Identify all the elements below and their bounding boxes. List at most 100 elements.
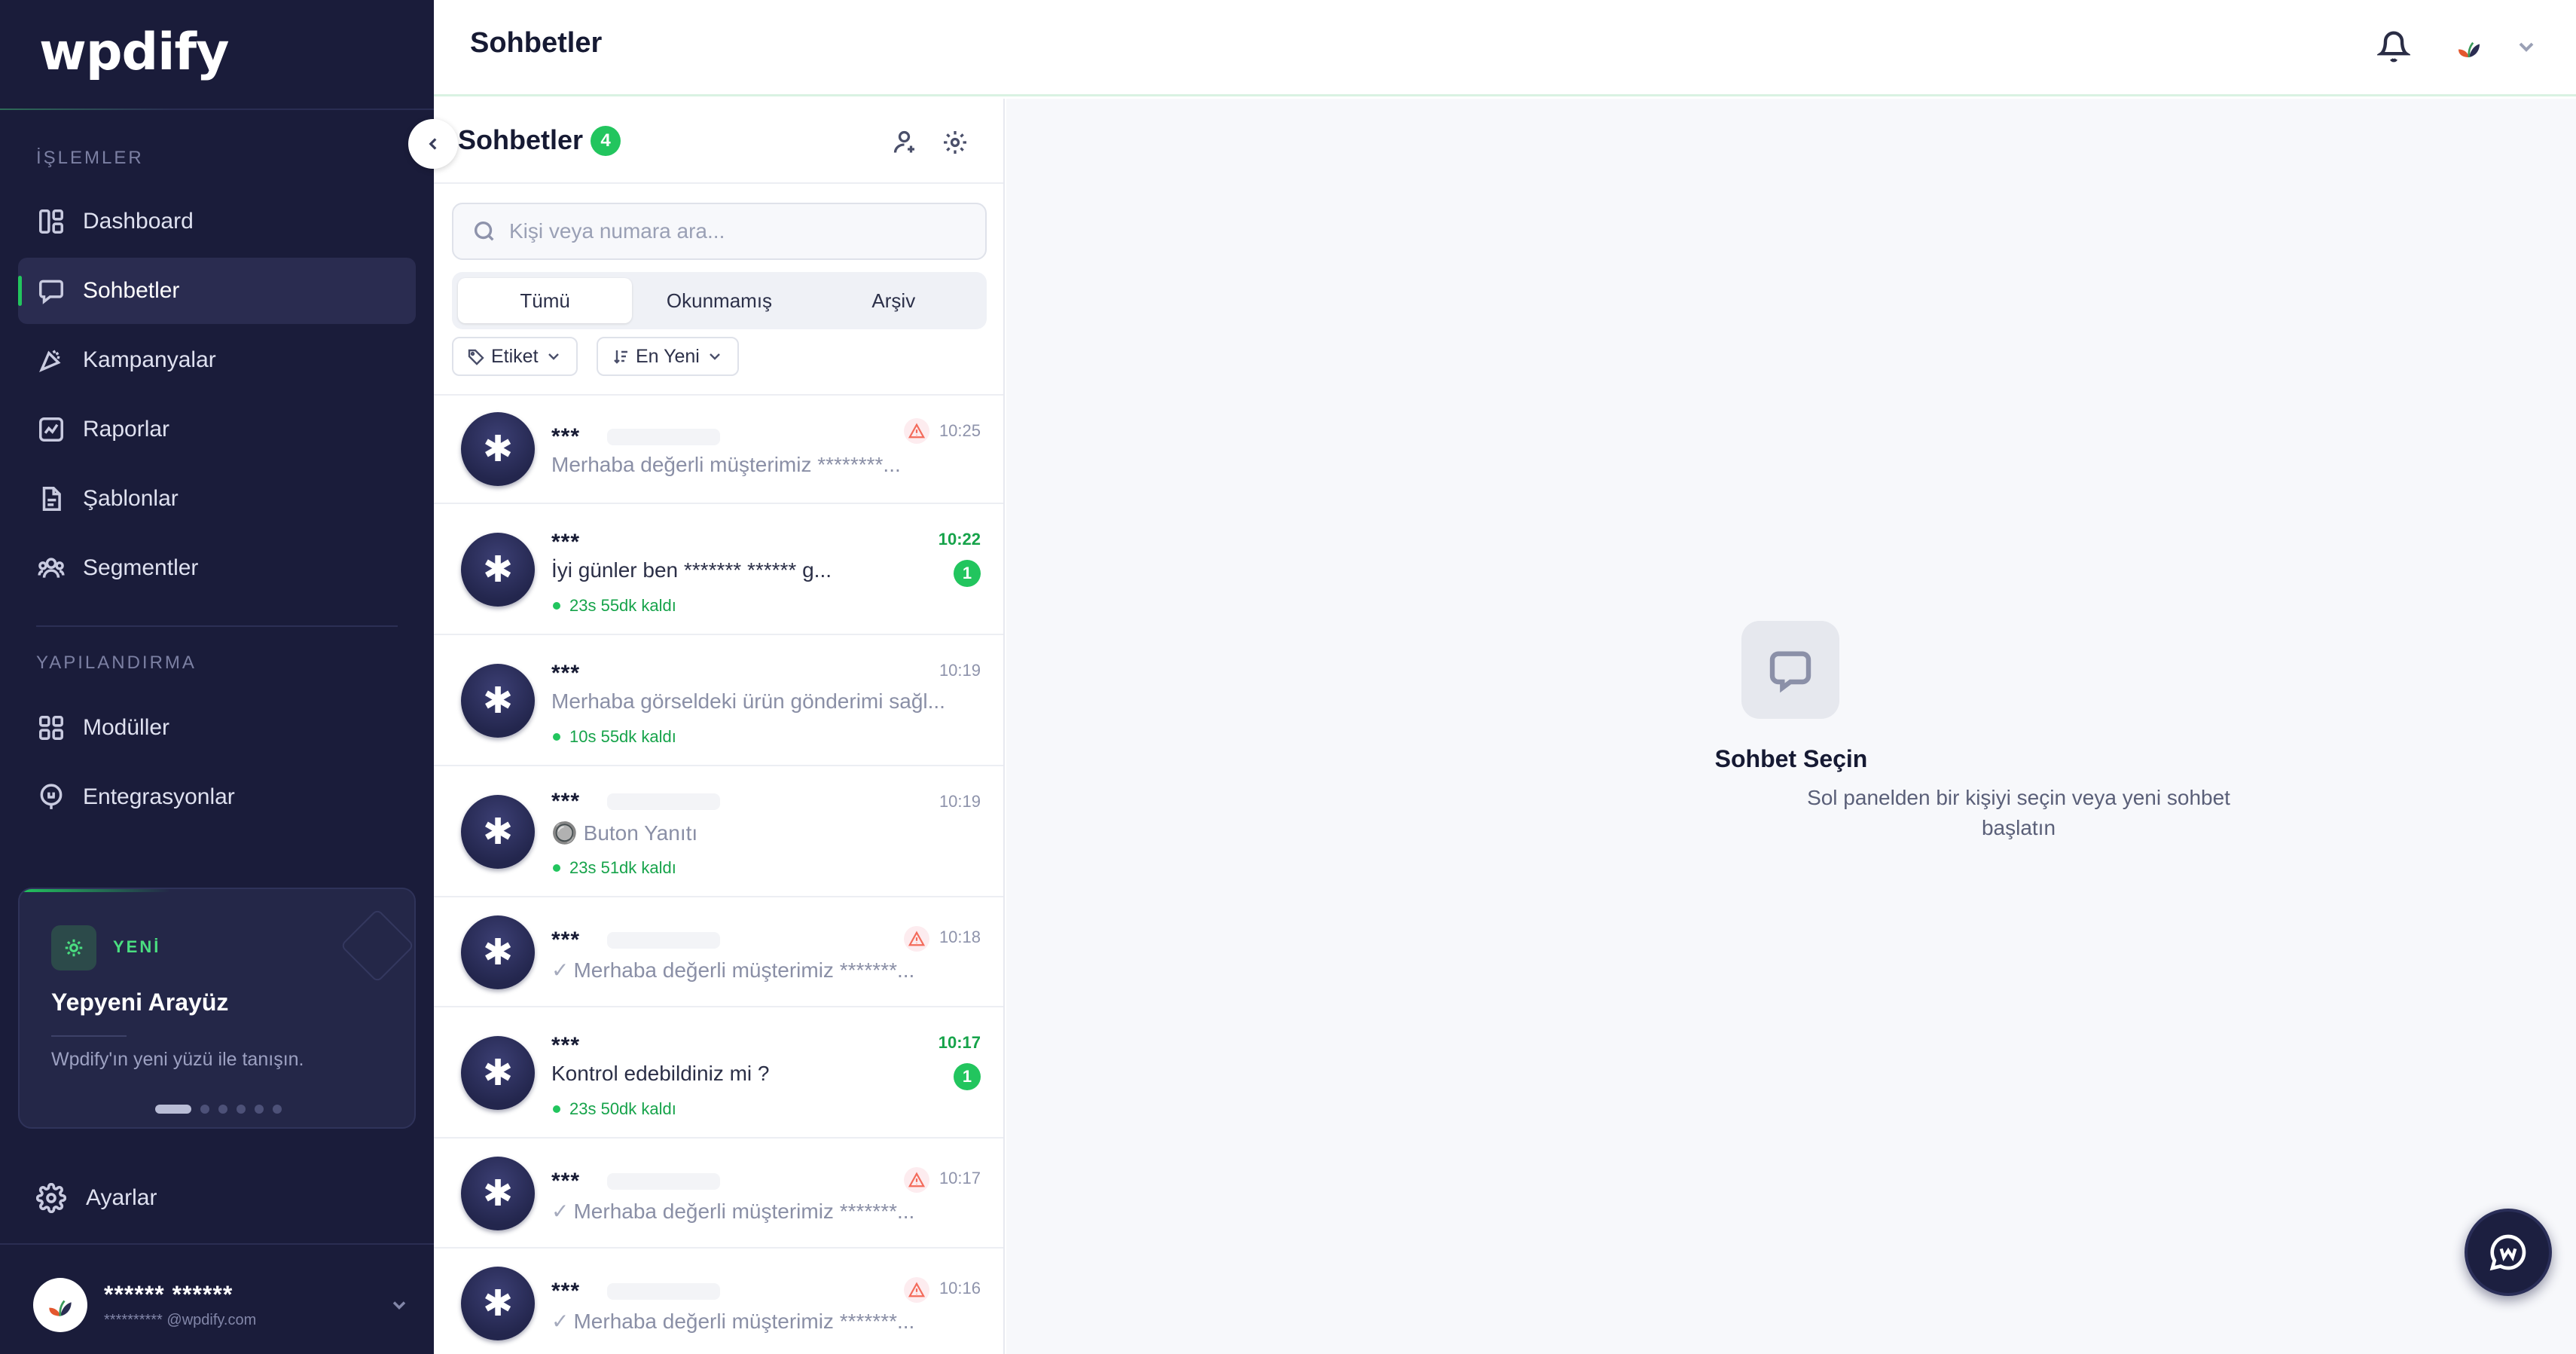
carousel-dot[interactable]	[237, 1105, 246, 1114]
chat-list-item[interactable]: ✱ *** 10:17 Kontrol edebildiniz mi ? 1 2…	[434, 1007, 1003, 1139]
chevron-down-icon	[709, 353, 720, 360]
tag-icon	[468, 349, 484, 365]
sidebar-item-label: Sohbetler	[83, 278, 180, 303]
chat-list-item[interactable]: ✱ *** 10:17 ✓ Merhaba değerli müşterimiz …	[434, 1139, 1003, 1249]
section-label-operations: İŞLEMLER	[36, 148, 144, 168]
chat-time: 10:18	[939, 928, 981, 946]
chat-list-item[interactable]: ✱ *** 10:22 İyi günler ben ******* *****…	[434, 504, 1003, 635]
remaining-time-text: 23s 50dk kaldı	[569, 1099, 676, 1118]
sidebar-item-modules[interactable]: Modüller	[18, 695, 416, 761]
sidebar-item-label: Modüller	[83, 715, 170, 740]
last-message: 🔘 Buton Yanıtı	[551, 821, 698, 845]
chat-icon	[36, 276, 66, 306]
tab-unread[interactable]: Okunmamış	[632, 278, 806, 323]
sidebar-item-segments[interactable]: Segmentler	[18, 535, 416, 601]
sort-icon	[614, 350, 627, 364]
last-message: Merhaba değerli müşterimiz *******...	[573, 1310, 915, 1333]
dashboard-icon	[36, 206, 66, 237]
sent-check-icon: ✓	[551, 958, 569, 982]
carousel-dot[interactable]	[200, 1105, 209, 1114]
user-menu[interactable]: ****** ****** ********** @wpdify.com	[33, 1276, 410, 1334]
chat-list-item[interactable]: ✱ *** 10:18 ✓ Merhaba değerli müşterimiz …	[434, 897, 1003, 1007]
contact-icon[interactable]	[892, 129, 919, 156]
contact-name: ***	[551, 530, 581, 555]
last-message: Kontrol edebildiniz mi ?	[551, 1062, 770, 1085]
remaining-time: 23s 51dk kaldı	[553, 858, 676, 878]
carousel-dot[interactable]	[273, 1105, 282, 1114]
avatar: ✱	[461, 915, 535, 989]
contact-name: ***	[551, 424, 581, 449]
carousel-dot[interactable]	[255, 1105, 264, 1114]
chevron-down-icon[interactable]	[2514, 35, 2538, 59]
chat-time: 10:19	[939, 661, 981, 680]
gear-icon[interactable]	[942, 129, 969, 156]
promo-carousel-dots[interactable]	[155, 1105, 282, 1114]
sidebar-item-reports[interactable]: Raporlar	[18, 396, 416, 463]
divider	[434, 182, 1003, 184]
app-logo[interactable]: wpdify	[39, 23, 229, 82]
last-message-row: ✓ Merhaba değerli müşterimiz *******...	[551, 958, 973, 983]
chevron-down-icon[interactable]	[389, 1294, 410, 1316]
section-label-config: YAPILANDIRMA	[36, 653, 197, 673]
sidebar-item-label: Raporlar	[83, 417, 170, 442]
sidebar-item-label: Şablonlar	[83, 486, 179, 511]
promo-divider	[51, 1035, 127, 1037]
sidebar-item-label: Ayarlar	[86, 1185, 157, 1210]
chat-list-item[interactable]: ✱ *** 10:16 ✓ Merhaba değerli müşterimiz …	[434, 1249, 1003, 1354]
promo-decoration	[340, 908, 414, 983]
tab-archive[interactable]: Arşiv	[807, 278, 981, 323]
last-message: Merhaba değerli müşterimiz ********...	[551, 453, 901, 476]
last-message-row: ✓ Merhaba değerli müşterimiz *******...	[551, 1199, 973, 1224]
avatar: ✱	[461, 795, 535, 869]
integration-icon	[36, 782, 66, 812]
last-message: Merhaba değerli müşterimiz *******...	[573, 1200, 915, 1223]
contact-name: ***	[551, 1033, 581, 1058]
contact-name-redacted	[607, 429, 720, 445]
conversation-area: Sohbet Seçin Sol panelden bir kişiyi seç…	[1006, 99, 2576, 1354]
sidebar-item-dashboard[interactable]: Dashboard	[18, 188, 416, 255]
sidebar-item-templates[interactable]: Şablonlar	[18, 466, 416, 532]
bell-icon[interactable]	[2376, 30, 2412, 63]
carousel-dot[interactable]	[218, 1105, 227, 1114]
avatar[interactable]	[2449, 27, 2489, 66]
sort-label: En Yeni	[636, 345, 700, 367]
sent-check-icon: ✓	[551, 1310, 569, 1333]
tab-all[interactable]: Tümü	[458, 278, 633, 323]
search-input[interactable]	[509, 219, 961, 243]
remaining-time: 10s 55dk kaldı	[553, 727, 676, 747]
remaining-time-text: 10s 55dk kaldı	[569, 727, 676, 746]
sidebar-item-integrations[interactable]: Entegrasyonlar	[18, 764, 416, 830]
empty-state-description: Sol panelden bir kişiyi seçin veya yeni …	[1807, 786, 2230, 839]
collapse-sidebar-button[interactable]	[408, 119, 458, 169]
chat-time: 10:16	[939, 1279, 981, 1297]
tag-filter-dropdown[interactable]: Etiket	[452, 337, 578, 376]
sort-dropdown[interactable]: En Yeni	[597, 337, 739, 376]
warning-icon	[904, 1167, 929, 1193]
chat-list-item[interactable]: ✱ *** 10:25 Merhaba değerli müşterimiz *…	[434, 396, 1003, 504]
user-email: ********** @wpdify.com	[104, 1312, 257, 1328]
leaf-logo-icon	[2458, 41, 2480, 58]
support-chat-button[interactable]	[2465, 1209, 2552, 1296]
warning-icon	[904, 926, 929, 952]
contact-name-redacted	[607, 932, 720, 949]
sidebar-item-label: Kampanyalar	[83, 347, 216, 372]
sidebar-item-label: Dashboard	[83, 209, 194, 234]
chat-list-item[interactable]: ✱ *** 10:19 Merhaba görseldeki ürün gönd…	[434, 635, 1003, 766]
sidebar-item-campaigns[interactable]: Kampanyalar	[18, 327, 416, 393]
sidebar-item-settings[interactable]: Ayarlar	[36, 1183, 157, 1213]
carousel-dot-active[interactable]	[155, 1105, 191, 1114]
status-dot	[553, 864, 560, 872]
sidebar: wpdify İŞLEMLER Dashboard Sohbetler Kamp…	[0, 0, 434, 1354]
contact-name: ***	[551, 928, 581, 952]
promo-card[interactable]: YENİ Yepyeni Arayüz Wpdify'ın yeni yüzü …	[18, 888, 416, 1129]
chat-list-item[interactable]: ✱ *** 10:19 🔘 Buton Yanıtı 23s 51dk kald…	[434, 766, 1003, 897]
sidebar-item-chats[interactable]: Sohbetler	[18, 258, 416, 324]
user-divider	[0, 1243, 434, 1245]
status-dot	[553, 602, 560, 610]
promo-accent-line	[20, 889, 170, 892]
search-box[interactable]	[452, 203, 987, 260]
contact-name-redacted	[607, 1173, 720, 1190]
chat-filter-tabs: Tümü Okunmamış Arşiv	[452, 272, 987, 329]
template-icon	[36, 484, 66, 514]
sent-check-icon: ✓	[551, 1200, 569, 1223]
